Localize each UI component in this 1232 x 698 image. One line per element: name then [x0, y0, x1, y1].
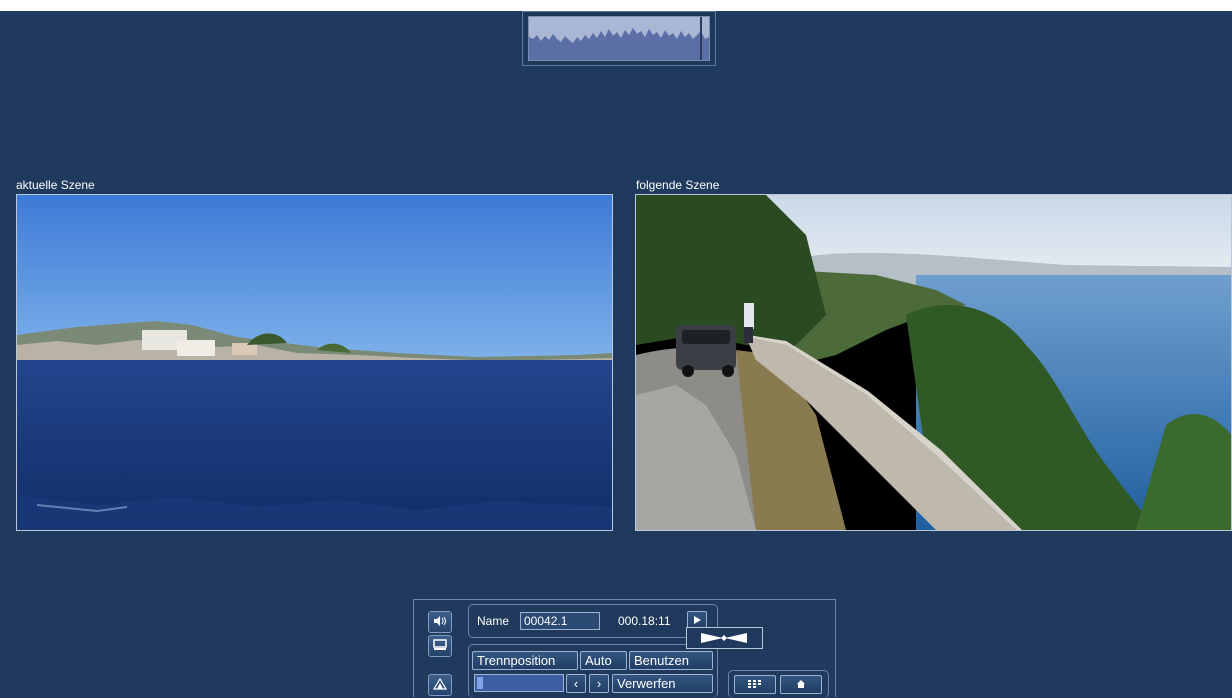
- audio-waveform-overview[interactable]: [522, 11, 716, 66]
- scene-split-icon: [432, 677, 448, 693]
- current-scene-label: aktuelle Szene: [16, 178, 95, 192]
- next-scene-image: [636, 195, 1231, 530]
- volume-button[interactable]: [428, 611, 452, 633]
- previous-frame-button[interactable]: ‹: [566, 674, 586, 693]
- name-label: Name: [477, 614, 510, 628]
- scene-split-button[interactable]: [428, 674, 452, 696]
- home-icon: [796, 677, 806, 692]
- menu-button[interactable]: [734, 675, 776, 694]
- slider-fill: [477, 677, 483, 689]
- top-strip: [0, 0, 1232, 11]
- split-position-button[interactable]: Trennposition: [472, 651, 578, 670]
- split-marker-popup[interactable]: [686, 627, 763, 649]
- storyboard-icon: [433, 638, 447, 654]
- split-position-slider[interactable]: [474, 674, 564, 692]
- menu-grid-icon: [747, 677, 763, 692]
- home-button[interactable]: [780, 675, 822, 694]
- control-panel: Name 00042.1 000.18:11 Trennposition Aut…: [413, 599, 836, 698]
- use-button[interactable]: Benutzen: [629, 651, 713, 670]
- storyboard-button[interactable]: [428, 635, 452, 657]
- next-scene-preview: [635, 194, 1232, 531]
- waveform-shape: [529, 28, 709, 60]
- timecode-display: 000.18:11: [618, 614, 671, 628]
- current-scene-preview: [16, 194, 613, 531]
- current-scene-image: [17, 195, 612, 530]
- speaker-icon: [433, 615, 447, 630]
- waveform-display: [528, 16, 710, 61]
- play-icon: [692, 613, 702, 628]
- next-scene-label: folgende Szene: [636, 178, 720, 192]
- discard-button[interactable]: Verwerfen: [612, 674, 713, 693]
- name-input[interactable]: 00042.1: [520, 612, 600, 630]
- next-frame-button[interactable]: ›: [589, 674, 609, 693]
- auto-button[interactable]: Auto: [580, 651, 627, 670]
